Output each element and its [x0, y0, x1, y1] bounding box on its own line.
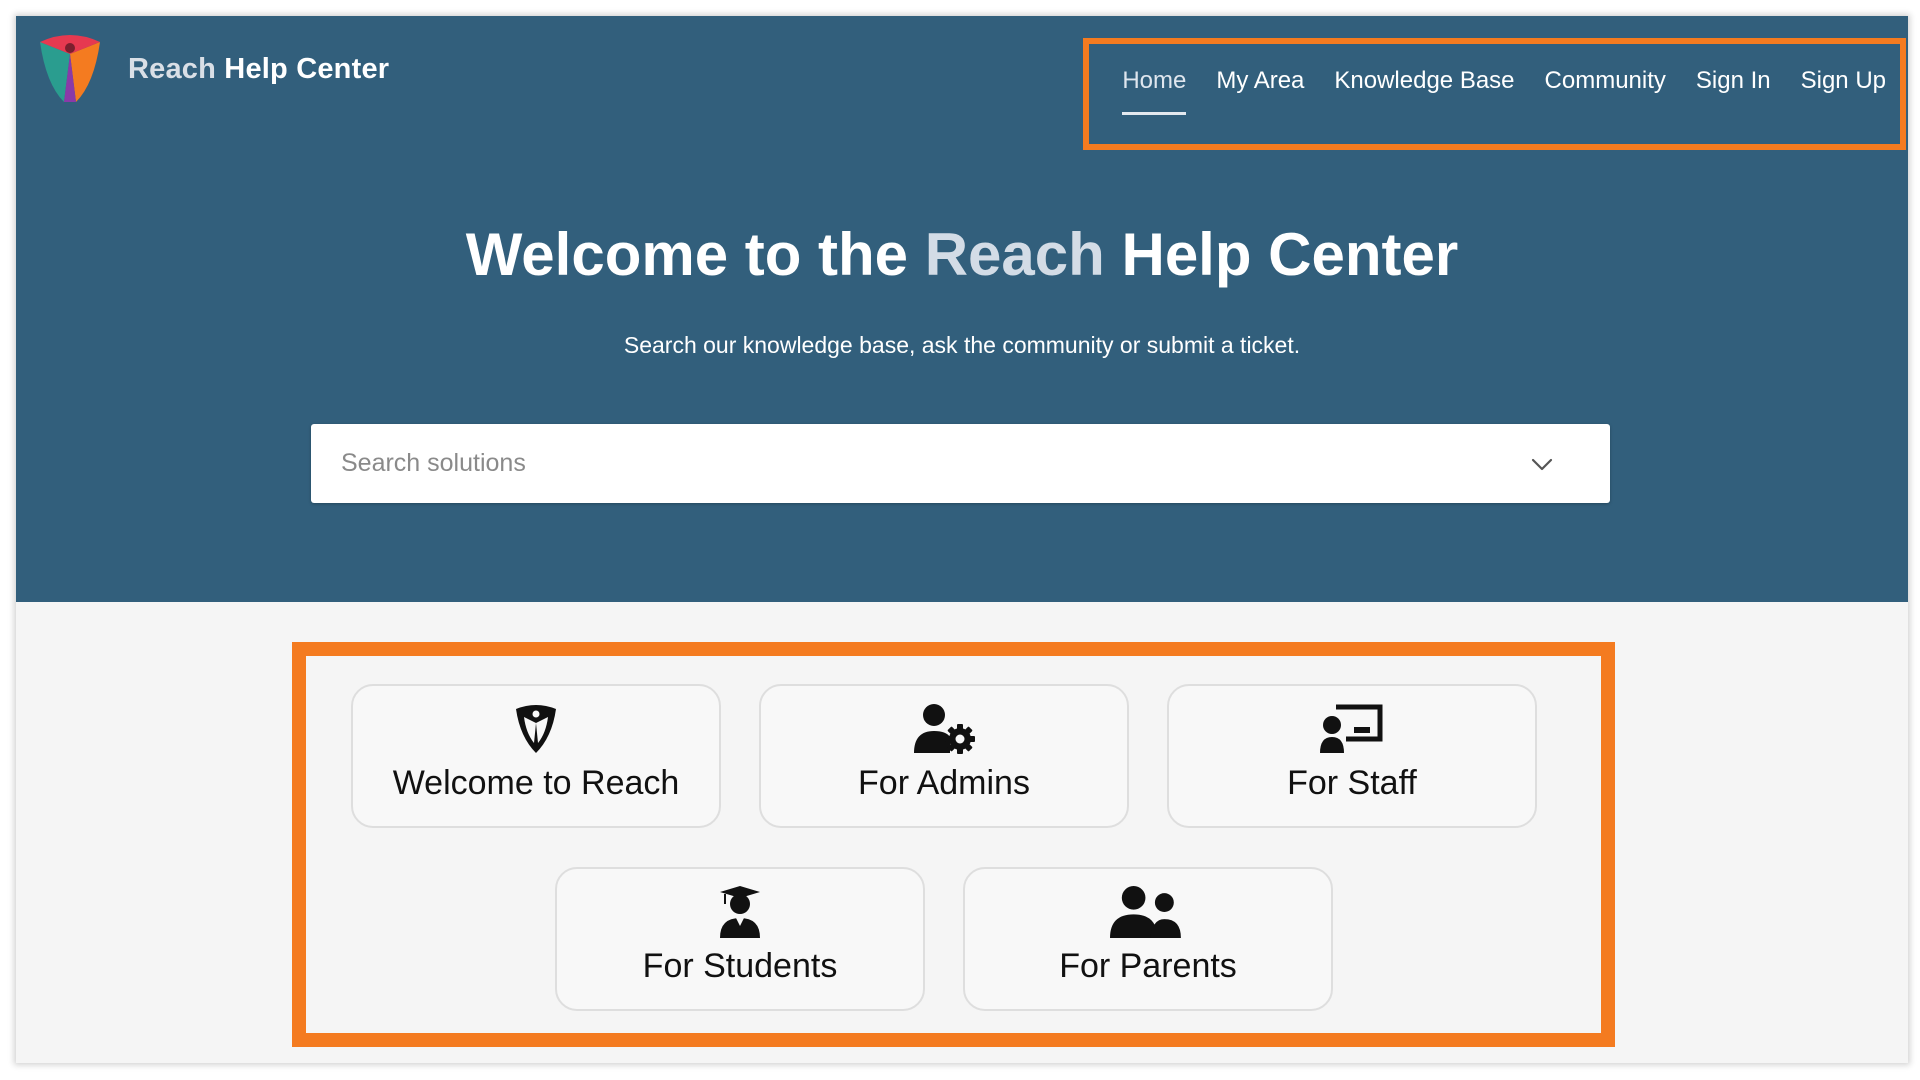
- search-bar[interactable]: [311, 424, 1610, 503]
- nav-sign-up[interactable]: Sign Up: [1801, 67, 1886, 95]
- card-icon-wrap: [353, 702, 719, 756]
- card-label: For Students: [642, 947, 838, 985]
- card-label: For Admins: [858, 764, 1030, 802]
- hero-banner: Reach Help Center Home My Area Knowledge…: [16, 16, 1908, 602]
- card-label: Welcome to Reach: [392, 764, 680, 802]
- search-input[interactable]: [341, 449, 1491, 478]
- card-for-admins[interactable]: For Admins: [759, 684, 1129, 828]
- teacher-board-icon: [1320, 704, 1383, 753]
- brand-rest: Help Center: [216, 52, 390, 85]
- chevron-down-icon[interactable]: [1528, 450, 1556, 478]
- nav-home[interactable]: Home: [1122, 67, 1187, 115]
- nav-my-area[interactable]: My Area: [1216, 67, 1304, 95]
- page-title: Welcome to the Reach Help Center: [16, 220, 1908, 289]
- nav-sign-in[interactable]: Sign In: [1696, 67, 1771, 95]
- title-before: Welcome to the: [465, 221, 925, 288]
- card-for-parents[interactable]: For Parents: [963, 867, 1333, 1011]
- card-icon-wrap: [1169, 702, 1535, 756]
- brand-name: Reach Help Center: [128, 53, 389, 86]
- category-cards-section: Welcome to Reach For Admins For Staff Fo…: [292, 642, 1615, 1047]
- card-label: For Staff: [1287, 764, 1417, 802]
- page-subtitle: Search our knowledge base, ask the commu…: [623, 332, 1301, 358]
- card-icon-wrap: [965, 885, 1331, 939]
- student-graduate-icon: [720, 886, 760, 938]
- card-icon-wrap: [761, 702, 1127, 756]
- browser-frame: Reach Help Center Home My Area Knowledge…: [16, 16, 1908, 1063]
- reach-logo-icon: [40, 35, 100, 102]
- nav-community[interactable]: Community: [1545, 67, 1666, 95]
- nav-knowledge-base[interactable]: Knowledge Base: [1334, 67, 1514, 95]
- top-navigation: Home My Area Knowledge Base Community Si…: [1083, 38, 1906, 150]
- card-label: For Parents: [1059, 947, 1237, 985]
- brand[interactable]: Reach Help Center: [36, 32, 389, 106]
- title-accent: Reach: [924, 221, 1105, 288]
- user-gear-icon: [914, 704, 975, 754]
- card-icon-wrap: [557, 885, 923, 939]
- users-icon: [1110, 886, 1182, 938]
- brand-accent: Reach: [128, 52, 217, 85]
- reach-shield-icon: [516, 705, 556, 753]
- card-for-staff[interactable]: For Staff: [1167, 684, 1537, 828]
- card-for-students[interactable]: For Students: [555, 867, 925, 1011]
- card-welcome-to-reach[interactable]: Welcome to Reach: [351, 684, 721, 828]
- title-after: Help Center: [1104, 221, 1459, 288]
